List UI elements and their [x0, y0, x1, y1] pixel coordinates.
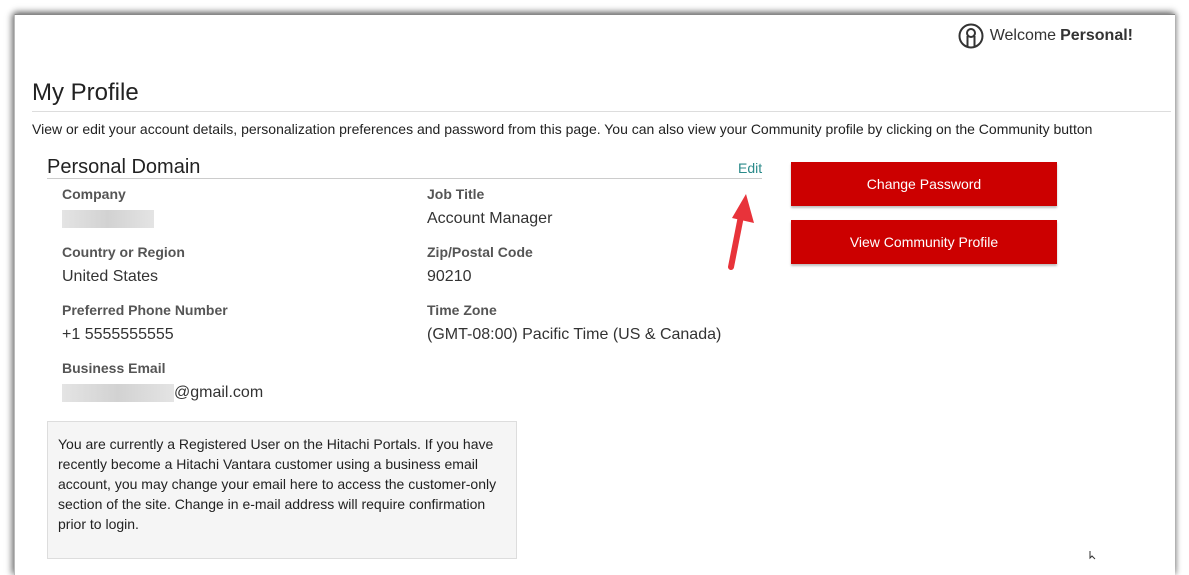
user-name: Personal! — [1060, 27, 1133, 44]
field-zip: Zip/Postal Code 90210 — [427, 244, 533, 288]
field-value: +1 5555555555 — [62, 326, 174, 343]
field-country: Country or Region United States — [62, 244, 185, 288]
field-label: Business Email — [62, 360, 166, 376]
field-label: Preferred Phone Number — [62, 302, 228, 318]
annotation-arrow-icon — [728, 194, 754, 270]
welcome-area: Welcome Personal! — [958, 23, 1133, 49]
section-divider — [47, 178, 762, 179]
change-password-button[interactable]: Change Password — [791, 162, 1057, 206]
field-value: @gmail.com — [62, 382, 263, 404]
page-intro: View or edit your account details, perso… — [32, 121, 1093, 137]
edit-link[interactable]: Edit — [738, 160, 762, 176]
field-label: Job Title — [427, 186, 485, 202]
field-phone: Preferred Phone Number +1 5555555555 — [62, 302, 228, 346]
cursor-icon — [1089, 551, 1096, 560]
field-company: Company — [62, 186, 154, 230]
field-value: United States — [62, 268, 159, 285]
title-divider — [32, 111, 1171, 112]
email-domain: @gmail.com — [174, 384, 264, 401]
field-value: Account Manager — [427, 210, 553, 227]
redacted-block — [62, 384, 174, 402]
field-label: Zip/Postal Code — [427, 244, 533, 260]
field-value-redacted — [62, 208, 154, 230]
field-value: (GMT-08:00) Pacific Time (US & Canada) — [427, 326, 722, 343]
view-community-profile-button[interactable]: View Community Profile — [791, 220, 1057, 264]
page-title: My Profile — [32, 79, 139, 106]
user-icon[interactable] — [958, 23, 984, 49]
redacted-block — [62, 210, 154, 228]
field-timezone: Time Zone (GMT-08:00) Pacific Time (US &… — [427, 302, 721, 346]
field-value: 90210 — [427, 268, 472, 285]
field-label: Company — [62, 186, 126, 202]
field-label: Time Zone — [427, 302, 497, 318]
welcome-text: Welcome — [989, 27, 1057, 44]
field-label: Country or Region — [62, 244, 185, 260]
field-job-title: Job Title Account Manager — [427, 186, 552, 230]
page-frame: Welcome Personal! My Profile View or edi… — [14, 14, 1175, 575]
registered-user-notice: You are currently a Registered User on t… — [47, 421, 517, 559]
field-email: Business Email @gmail.com — [62, 360, 263, 404]
section-title: Personal Domain — [47, 156, 201, 178]
